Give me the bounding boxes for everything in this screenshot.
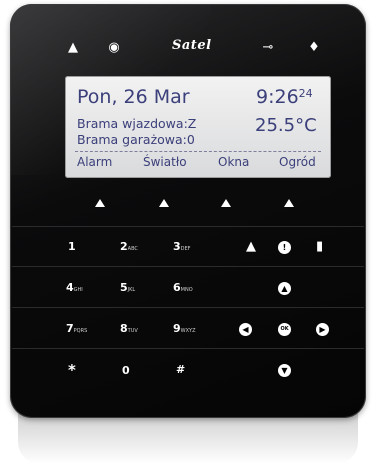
lcd-time-seconds: 24 xyxy=(298,87,313,100)
function-key-2[interactable] xyxy=(159,199,169,207)
key-8-label: 8 xyxy=(120,322,128,335)
key-4-letters: GHI xyxy=(73,287,83,293)
lcd-function-alarm: Alarm xyxy=(77,155,113,169)
key-5-letters: JKL xyxy=(127,287,136,293)
keypad-reflection xyxy=(18,412,358,464)
function-key-4[interactable] xyxy=(284,199,294,207)
key-9[interactable]: 9WXYZ xyxy=(173,323,196,337)
key-6-letters: MNO xyxy=(180,287,193,293)
key-6-label: 6 xyxy=(173,281,181,294)
key-8[interactable]: 8TUV xyxy=(120,323,138,337)
arrow-up-key[interactable]: ▲ xyxy=(278,282,291,295)
arrow-right-key[interactable]: ▶ xyxy=(316,323,329,336)
lcd-function-garden: Ogród xyxy=(279,155,316,169)
key-9-label: 9 xyxy=(173,322,181,335)
key-3-label: 3 xyxy=(173,240,181,253)
lcd-date: Pon, 26 Mar xyxy=(77,86,190,108)
fire-icon[interactable]: ▲ xyxy=(246,240,256,254)
key-hash-label: # xyxy=(176,363,186,376)
row-divider xyxy=(12,348,364,349)
key-5-label: 5 xyxy=(120,281,128,294)
key-star[interactable]: * xyxy=(68,361,76,379)
key-hash[interactable]: # xyxy=(176,364,185,376)
key-8-letters: TUV xyxy=(127,328,138,334)
key-5[interactable]: 5JKL xyxy=(120,282,135,296)
arrow-down-key[interactable]: ▼ xyxy=(278,364,291,377)
lcd-display: Pon, 26 Mar 9:2624 Brama wjazdowa:Z Bram… xyxy=(65,76,331,178)
key-0[interactable]: 0 xyxy=(122,365,130,377)
row-divider xyxy=(12,307,364,308)
row-divider xyxy=(12,226,364,227)
key-3[interactable]: 3DEF xyxy=(173,241,191,255)
key-1-label: 1 xyxy=(68,240,76,253)
ok-key[interactable]: OK xyxy=(278,323,291,336)
key-1[interactable]: 1 xyxy=(68,241,76,253)
warning-icon: ▲ xyxy=(68,40,78,55)
lcd-function-light: Światło xyxy=(143,155,187,169)
key-star-label: * xyxy=(68,361,76,379)
key-7-letters: PQRS xyxy=(73,328,88,334)
row-divider xyxy=(12,266,364,267)
lcd-divider xyxy=(75,151,321,152)
alarm-keypad: ▲ ◉ Satel ⊸ ♦ Pon, 26 Mar 9:2624 Brama w… xyxy=(10,4,366,418)
function-key-3[interactable] xyxy=(221,199,231,207)
key-9-letters: WXYZ xyxy=(180,328,196,334)
lcd-time-main: 9:26 xyxy=(256,86,299,108)
key-4-label: 4 xyxy=(66,281,74,294)
key-4[interactable]: 4GHI xyxy=(66,282,83,296)
arrow-left-key[interactable]: ◀ xyxy=(239,323,252,336)
door-icon[interactable]: ▮ xyxy=(316,240,323,254)
brand-logo: Satel xyxy=(172,38,212,53)
lcd-function-windows: Okna xyxy=(218,155,250,169)
key-7-label: 7 xyxy=(66,322,74,335)
function-key-1[interactable] xyxy=(95,199,105,207)
key-7[interactable]: 7PQRS xyxy=(66,323,87,337)
lcd-gate-entry: Brama wjazdowa:Z xyxy=(77,116,197,131)
key-3-letters: DEF xyxy=(180,246,191,252)
lcd-gate-garage: Brama garażowa:0 xyxy=(77,132,195,147)
key-icon: ⊸ xyxy=(262,40,274,55)
key-2-label: 2 xyxy=(120,240,128,253)
lcd-temperature: 25.5°C xyxy=(255,115,317,136)
key-6[interactable]: 6MNO xyxy=(173,282,193,296)
key-0-label: 0 xyxy=(122,364,130,377)
lcd-time: 9:2624 xyxy=(256,86,313,108)
bell-icon: ♦ xyxy=(308,40,320,55)
key-2[interactable]: 2ABC xyxy=(120,241,138,255)
key-2-letters: ABC xyxy=(127,246,138,252)
eye-icon: ◉ xyxy=(108,40,120,55)
panic-icon[interactable]: ! xyxy=(278,241,291,254)
ok-key-label: OK xyxy=(280,326,289,332)
